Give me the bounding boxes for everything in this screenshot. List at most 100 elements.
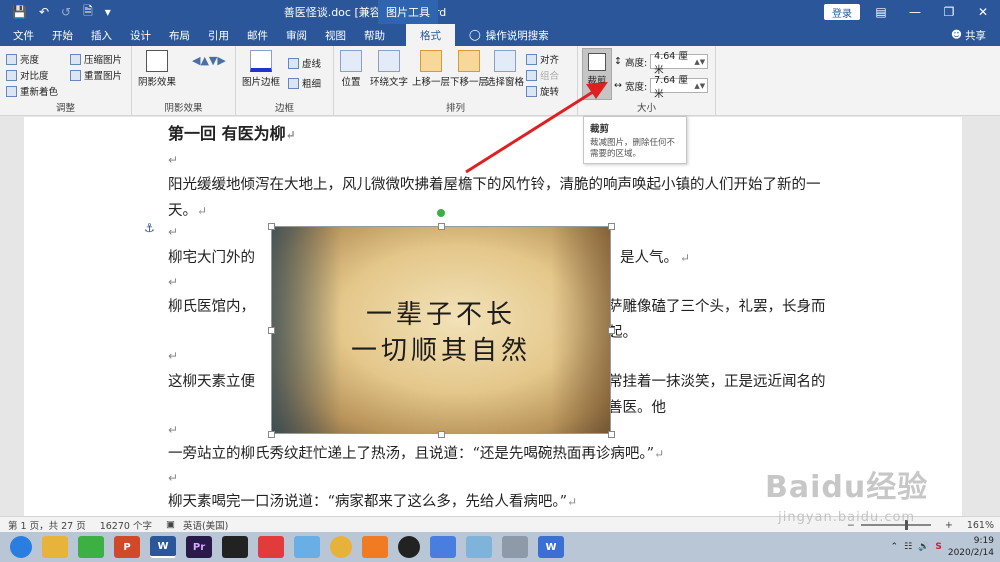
resize-handle-s[interactable] [438, 431, 445, 438]
login-button[interactable]: 登录 [824, 4, 860, 20]
spin-arrows-icon[interactable]: ▲▼ [694, 58, 707, 66]
tab-file[interactable]: 文件 [4, 24, 43, 46]
share-button[interactable]: ☻ 共享 [951, 24, 986, 46]
resize-handle-n[interactable] [438, 223, 445, 230]
ribbon-display-icon[interactable]: ▤ [864, 0, 898, 24]
wrap-text-icon [378, 50, 400, 72]
paragraph-mark: ↵ [168, 153, 179, 167]
resize-handle-se[interactable] [608, 431, 615, 438]
word-icon[interactable]: W [150, 536, 176, 558]
network-icon[interactable]: ☷ [904, 542, 912, 552]
shadow-nudge-buttons[interactable]: ◀▲▼▶ [192, 54, 226, 67]
tab-references[interactable]: 引用 [199, 24, 238, 46]
align-icon [526, 53, 537, 65]
proofing-icon[interactable]: ▣ [166, 519, 175, 530]
tab-mailings[interactable]: 邮件 [238, 24, 277, 46]
resize-handle-nw[interactable] [268, 223, 275, 230]
tab-help[interactable]: 帮助 [355, 24, 394, 46]
chapter-heading[interactable]: 第一回 有医为柳↵ [168, 121, 828, 148]
shadow-effects-button[interactable]: 阴影效果 [138, 50, 176, 88]
crop-button[interactable]: 裁剪 [582, 48, 612, 100]
rotate-icon [526, 85, 537, 97]
wps-icon[interactable]: W [538, 536, 564, 558]
resize-handle-ne[interactable] [608, 223, 615, 230]
cat-app-icon[interactable] [294, 536, 320, 558]
tray-expand-icon[interactable]: ⌃ [891, 542, 899, 552]
wrap-text-button[interactable]: 环绕文字 [370, 50, 408, 88]
group-label-border: 边框 [274, 103, 294, 114]
tab-format[interactable]: 格式 [406, 24, 455, 46]
paragraph-1[interactable]: 阳光缓缓地倾泻在大地上，风儿微微吹拂着屋檐下的风竹铃，清脆的响声唤起小镇的人们开… [168, 172, 828, 224]
paragraph-5[interactable]: 一旁站立的柳氏秀纹赶忙递上了热汤，且说道：“还是先喝碗热面再诊病吧。”↵ [168, 441, 828, 467]
feishu-icon[interactable] [430, 536, 456, 558]
tooltip-title: 裁剪 [590, 124, 610, 135]
tab-view[interactable]: 视图 [316, 24, 355, 46]
premiere-icon[interactable]: Pr [186, 536, 212, 558]
send-backward-button[interactable]: 下移一层 [450, 50, 488, 88]
group-shadow-effects: 阴影效果 ◀▲▼▶ 阴影效果 [132, 46, 236, 116]
tell-me-search[interactable]: ◯ 操作说明搜索 [455, 28, 549, 43]
align-button[interactable]: 对齐 [526, 52, 559, 66]
contrast-button[interactable]: 对比度 [6, 68, 49, 82]
resize-handle-e[interactable] [608, 327, 615, 334]
clock[interactable]: 9:19 2020/2/14 [948, 535, 994, 559]
recolor-icon [6, 85, 17, 97]
reset-picture-button[interactable]: 重置图片 [70, 68, 122, 82]
powerpoint-icon[interactable]: P [114, 536, 140, 558]
close-icon[interactable]: ✕ [966, 0, 1000, 24]
volume-icon[interactable]: 🔊 [918, 542, 929, 552]
group-button[interactable]: 组合 [526, 68, 559, 82]
paragraph-mark: ↵ [168, 225, 179, 239]
weight-button[interactable]: 粗细 [288, 76, 321, 90]
wechat-icon[interactable] [78, 536, 104, 558]
qq-icon[interactable] [398, 536, 420, 558]
app-icon-red[interactable] [258, 536, 284, 558]
tab-design[interactable]: 设计 [121, 24, 160, 46]
bring-forward-icon [420, 50, 442, 72]
ribbon-tabs: 文件 开始 插入 设计 布局 引用 邮件 审阅 视图 帮助 格式 ◯ 操作说明搜… [0, 24, 1000, 46]
ime-icon[interactable]: S [935, 542, 941, 552]
picture-line-1: 一辈子不长 [365, 300, 516, 330]
picture-border-button[interactable]: 图片边框 [242, 50, 280, 88]
page-count[interactable]: 第 1 页，共 27 页 [8, 518, 86, 532]
zoom-level[interactable]: 161% [967, 520, 994, 531]
position-icon [340, 50, 362, 72]
selection-pane-button[interactable]: 选择窗格 [486, 50, 524, 88]
start-icon[interactable] [10, 536, 32, 558]
crop-icon [588, 53, 606, 71]
zoom-in-icon[interactable]: + [945, 520, 953, 531]
group-border: 图片边框 虚线 粗细 边框 [236, 46, 334, 116]
resize-handle-sw[interactable] [268, 431, 275, 438]
recolor-button[interactable]: 重新着色 [6, 84, 58, 98]
chrome-icon[interactable] [330, 536, 352, 558]
dashes-button[interactable]: 虚线 [288, 56, 321, 70]
position-button[interactable]: 位置 [340, 50, 362, 88]
selected-picture[interactable]: 一辈子不长 一切顺其自然 [271, 226, 611, 434]
tab-insert[interactable]: 插入 [82, 24, 121, 46]
bring-forward-button[interactable]: 上移一层 [412, 50, 450, 88]
app-icon-orange[interactable] [362, 536, 388, 558]
group-icon [526, 69, 537, 81]
minimize-icon[interactable]: — [898, 0, 932, 24]
height-input[interactable]: 4.64 厘米 ▲▼ [650, 51, 709, 76]
resize-handle-w[interactable] [268, 327, 275, 334]
rotation-handle[interactable] [437, 209, 445, 217]
tab-home[interactable]: 开始 [43, 24, 82, 46]
brightness-button[interactable]: 亮度 [6, 52, 39, 66]
rotate-button[interactable]: 旋转 [526, 84, 559, 98]
video-editor-icon[interactable] [222, 536, 248, 558]
person-icon: ☻ [951, 29, 962, 41]
tab-review[interactable]: 审阅 [277, 24, 316, 46]
word-count[interactable]: 16270 个字 [100, 518, 152, 532]
spin-arrows-icon[interactable]: ▲▼ [694, 82, 707, 90]
width-input[interactable]: 7.64 厘米 ▲▼ [650, 75, 709, 100]
compress-pictures-button[interactable]: 压缩图片 [70, 52, 122, 66]
notes-icon[interactable] [466, 536, 492, 558]
restore-icon[interactable]: ❐ [932, 0, 966, 24]
app-icon-gray[interactable] [502, 536, 528, 558]
paragraph-6[interactable]: 柳天素喝完一口汤说道：“病家都来了这么多，先给人看病吧。”↵ [168, 489, 828, 515]
system-tray: ⌃ ☷ 🔊 S 9:19 2020/2/14 [891, 532, 994, 562]
tab-layout[interactable]: 布局 [160, 24, 199, 46]
file-explorer-icon[interactable] [42, 536, 68, 558]
language-status[interactable]: 英语(美国) [183, 518, 228, 532]
